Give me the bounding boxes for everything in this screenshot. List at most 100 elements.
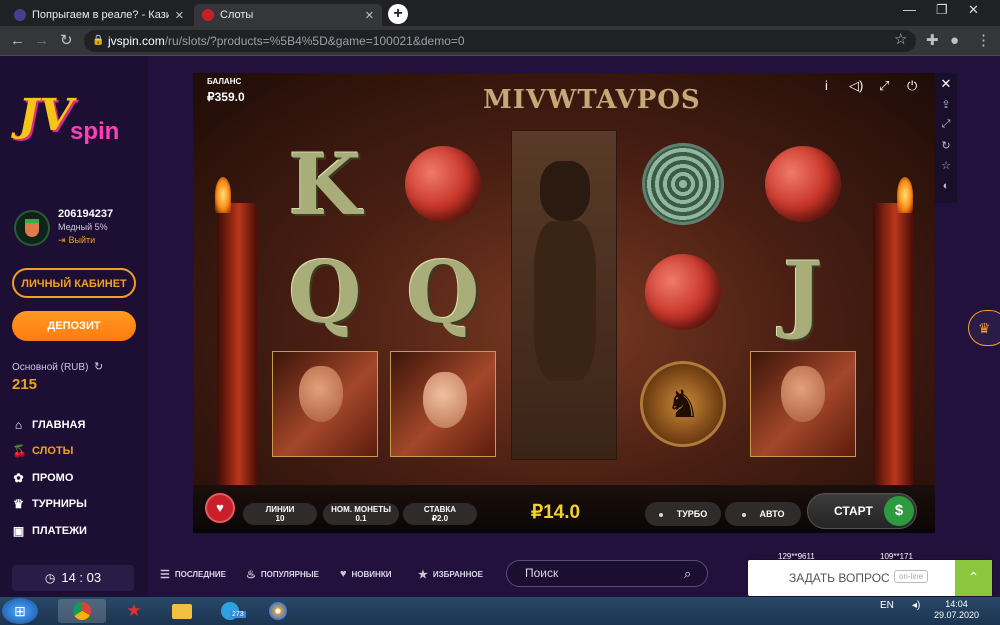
- reload-icon[interactable]: ↻: [60, 32, 73, 50]
- tournaments-float-button[interactable]: ♛: [968, 310, 1000, 346]
- lock-icon: 🔒: [92, 35, 105, 46]
- cabinet-button[interactable]: ЛИЧНЫЙ КАБИНЕТ: [12, 268, 136, 298]
- ask-question-label[interactable]: ЗАДАТЬ ВОПРОС: [789, 571, 890, 585]
- sidebar-item-payments[interactable]: ▣ ПЛАТЕЖИ: [12, 524, 87, 538]
- nav-popular[interactable]: ♨ ПОПУЛЯРНЫЕ: [246, 568, 319, 581]
- sidebar-item-label: ПЛАТЕЖИ: [32, 525, 87, 537]
- cherries-icon: 🍒: [12, 444, 27, 458]
- refresh-icon[interactable]: ↻: [935, 139, 957, 152]
- gamble-icon[interactable]: ♥: [205, 493, 235, 523]
- hero-portrait: [272, 351, 378, 457]
- share-icon[interactable]: ⇪: [935, 98, 957, 111]
- symbol-letter-text: Q: [288, 242, 362, 342]
- logout-link[interactable]: ⇥ Выйти: [58, 235, 95, 246]
- list-icon: ☰: [160, 569, 170, 581]
- symbol-labyrinth: [629, 130, 737, 238]
- symbol-shield: ♞: [629, 350, 737, 458]
- star-icon[interactable]: ☆: [894, 31, 907, 49]
- extension-icon[interactable]: ✚: [926, 32, 939, 50]
- labyrinth-icon: [642, 143, 724, 225]
- close-window-button[interactable]: ✕: [968, 2, 979, 18]
- taskbar-clock[interactable]: 14:04 29.07.2020: [934, 599, 979, 621]
- refresh-balance-icon[interactable]: ↻: [94, 360, 103, 373]
- auto-toggle[interactable]: АВТО: [725, 502, 801, 526]
- symbol-hero: [749, 350, 857, 458]
- sidebar-item-tournaments[interactable]: ♛ ТУРНИРЫ: [12, 497, 87, 511]
- online-status-badge: on-line: [894, 570, 929, 583]
- tab-casino[interactable]: Попрыгаем в реале? - Казино с ✕: [6, 4, 192, 26]
- symbol-yarn: [749, 130, 857, 238]
- avatar[interactable]: [14, 210, 50, 246]
- logout-label: Выйти: [68, 235, 96, 245]
- lines-selector[interactable]: ЛИНИИ 10: [243, 503, 317, 525]
- url-path: /ru/slots/?products=%5B4%5D&game=100021&…: [164, 34, 465, 48]
- address-bar[interactable]: 🔒 jvspin.com/ru/slots/?products=%5B4%5D&g…: [84, 30, 916, 52]
- yarn-ball-icon: [405, 146, 481, 222]
- sidebar-item-label: СЛОТЫ: [32, 445, 74, 457]
- minotaur-body: [534, 221, 596, 381]
- volume-icon[interactable]: ◂): [912, 600, 920, 611]
- sidebar-item-promo[interactable]: ✿ ПРОМО: [12, 471, 73, 485]
- turbo-label: ТУРБО: [676, 509, 708, 519]
- deposit-button[interactable]: ДЕПОЗИТ: [12, 311, 136, 341]
- bet-display: ₽14.0: [531, 502, 581, 523]
- nav-recent[interactable]: ☰ ПОСЛЕДНИЕ: [160, 568, 226, 581]
- star-icon[interactable]: ☆: [935, 159, 957, 172]
- reel-4: ♞: [629, 130, 737, 460]
- game-control-bar: ♥ ЛИНИИ 10 НОМ. МОНЕТЫ 0.1 СТАВКА ₽2.0 ₽14.…: [193, 485, 935, 533]
- minimize-button[interactable]: —: [903, 2, 916, 17]
- right-pillar: [873, 203, 913, 533]
- maximize-button[interactable]: ❐: [936, 2, 948, 18]
- menu-icon[interactable]: ⋮: [976, 32, 991, 50]
- nav-new[interactable]: ♥ НОВИНКИ: [340, 568, 391, 580]
- taskbar-time: 14:04: [945, 599, 968, 609]
- sidebar-item-slots[interactable]: 🍒 СЛОТЫ: [12, 444, 73, 458]
- telegram-badge: 273: [230, 611, 246, 618]
- taskbar-pokerstars[interactable]: ★: [110, 599, 158, 623]
- profile-icon[interactable]: ●: [950, 32, 959, 50]
- fullscreen-icon[interactable]: ⤢: [879, 78, 889, 94]
- reel-5: J: [749, 130, 857, 460]
- taskbar-paint[interactable]: [254, 599, 302, 623]
- yarn-ball-icon: [645, 254, 721, 330]
- sidebar-item-home[interactable]: ⌂ ГЛАВНАЯ: [12, 418, 86, 432]
- taskbar-telegram[interactable]: 273: [206, 599, 254, 623]
- gift-icon: ✿: [13, 471, 24, 485]
- coin-selector[interactable]: НОМ. МОНЕТЫ 0.1: [323, 503, 399, 525]
- toggle-icon[interactable]: ◐: [935, 180, 957, 192]
- taskbar-explorer[interactable]: [158, 599, 206, 623]
- info-icon[interactable]: i: [825, 78, 828, 93]
- search-input[interactable]: Поиск: [506, 560, 708, 587]
- coin-label: НОМ. МОНЕТЫ: [331, 505, 391, 514]
- symbol-letter-text: J: [783, 242, 823, 342]
- arrow-right-icon[interactable]: →: [34, 32, 49, 50]
- symbol-heroine: [389, 350, 497, 458]
- hero-face: [299, 366, 343, 422]
- arrow-left-icon[interactable]: ←: [10, 32, 25, 50]
- sound-icon[interactable]: ◁): [849, 78, 863, 94]
- taskbar-chrome[interactable]: [58, 599, 106, 623]
- slot-game[interactable]: БАЛАНС ₽359.0 MIVWTAVPOS i ◁) ⤢ ⏻ K Q Q …: [193, 73, 935, 533]
- stake-selector[interactable]: СТАВКА ₽2.0: [403, 503, 477, 525]
- jvspin-logo[interactable]: JV spin: [14, 86, 132, 158]
- start-button[interactable]: СТАРТ $: [807, 493, 917, 529]
- windows-start-button[interactable]: ⊞: [2, 598, 38, 624]
- language-indicator[interactable]: EN: [880, 600, 894, 611]
- paint-icon: [269, 602, 287, 620]
- symbol-letter-text: K: [288, 134, 362, 234]
- search-icon[interactable]: ⌕: [684, 566, 691, 582]
- nav-favorites[interactable]: ★ ИЗБРАННОЕ: [418, 568, 483, 581]
- chat-expand-icon[interactable]: ⌃: [955, 560, 992, 596]
- hero-portrait: [750, 351, 856, 457]
- power-icon[interactable]: ⏻: [907, 78, 917, 94]
- expand-icon[interactable]: ⤢: [935, 118, 957, 131]
- toggle-dot-icon: [741, 512, 746, 517]
- home-icon: ⌂: [14, 418, 23, 432]
- new-tab-button[interactable]: +: [388, 4, 408, 24]
- tab-close-icon[interactable]: ✕: [365, 9, 374, 22]
- tab-close-icon[interactable]: ✕: [175, 9, 184, 22]
- tab-slots[interactable]: Слоты ✕: [194, 4, 382, 26]
- lines-value: 10: [275, 514, 285, 523]
- turbo-toggle[interactable]: ТУРБО: [645, 502, 721, 526]
- close-icon[interactable]: ✕: [935, 76, 957, 92]
